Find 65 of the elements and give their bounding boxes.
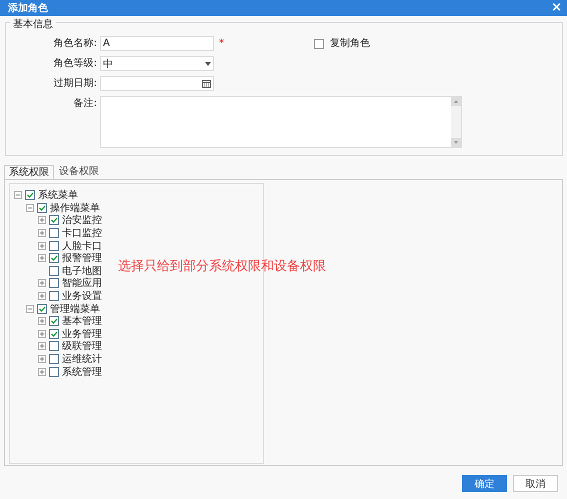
checkbox[interactable] [49,341,59,352]
field-label: 角色等级: [52,57,97,71]
tree-node-label[interactable]: 基本管理 [62,314,102,328]
collapse-icon[interactable] [26,204,34,212]
dropdown-arrow-icon [205,62,211,66]
checkbox[interactable] [314,38,324,48]
tree-node-label[interactable]: 运维统计 [62,352,102,366]
field-label: 角色名称: [52,37,97,51]
required-mark: * [219,37,224,51]
checkbox[interactable] [49,266,59,276]
tree-node-label[interactable]: 治安监控 [62,213,102,228]
field-label: 备注: [72,96,97,111]
checkbox[interactable] [25,190,35,200]
tab[interactable]: 设备权限 [54,164,104,179]
tree-node-label[interactable]: 管理端菜单 [50,302,100,316]
expand-icon[interactable] [38,242,46,250]
expand-icon[interactable] [38,330,46,338]
expand-icon[interactable] [38,292,46,300]
input-field[interactable]: A [100,36,214,51]
checkbox[interactable] [49,316,59,326]
expand-icon[interactable] [38,254,46,262]
expand-icon[interactable] [38,229,46,238]
expand-icon[interactable] [38,317,46,326]
tree-node-label[interactable]: 业务设置 [62,289,102,304]
remarks-field[interactable] [100,96,462,148]
cancel-button[interactable]: 取消 [513,475,558,492]
expand-icon[interactable] [38,355,46,364]
collapse-icon[interactable] [14,191,22,200]
tree-node-label[interactable]: 卡口监控 [62,226,102,240]
expand-icon[interactable] [38,216,46,224]
tree-node-label[interactable]: 级联管理 [62,339,102,354]
checkbox[interactable] [49,291,59,302]
tree-node-label[interactable]: 报警管理 [62,251,102,266]
date-field[interactable] [100,76,214,91]
checkbox-label: 复制角色 [330,36,370,51]
checkbox[interactable] [37,304,47,314]
checkbox[interactable] [49,354,59,364]
tree-node-label[interactable]: 电子地图 [62,264,102,278]
calendar-icon [202,80,211,88]
tree-node-label[interactable]: 系统菜单 [38,188,78,202]
section-legend: 基本信息 [10,17,56,31]
expand-icon[interactable] [38,368,46,376]
expand-icon[interactable] [38,342,46,350]
tree-node-label[interactable]: 智能应用 [62,276,102,290]
checkbox[interactable] [49,328,59,339]
checkbox[interactable] [49,228,59,238]
expand-icon[interactable] [38,279,46,288]
window-title: 添加角色 [8,2,48,15]
checkbox[interactable] [49,240,59,251]
checkbox[interactable] [49,253,59,264]
tree-node-label[interactable]: 系统管理 [62,364,102,379]
tree-node-label[interactable]: 业务管理 [62,326,102,341]
tree-node-label[interactable]: 操作端菜单 [50,200,100,215]
annotation-text: 选择只给到部分系统权限和设备权限 [118,258,326,275]
checkbox[interactable] [49,215,59,226]
close-button[interactable]: × [551,0,562,16]
checkbox[interactable] [49,278,59,288]
select-field[interactable]: 中 [100,56,214,71]
field-label: 过期日期: [52,76,97,91]
confirm-button[interactable]: 确定 [462,475,507,492]
checkbox[interactable] [37,202,47,213]
tab[interactable]: 系统权限 [4,165,54,180]
checkbox[interactable] [49,366,59,377]
tree-node-label[interactable]: 人脸卡口 [62,238,102,253]
collapse-icon[interactable] [26,304,34,313]
